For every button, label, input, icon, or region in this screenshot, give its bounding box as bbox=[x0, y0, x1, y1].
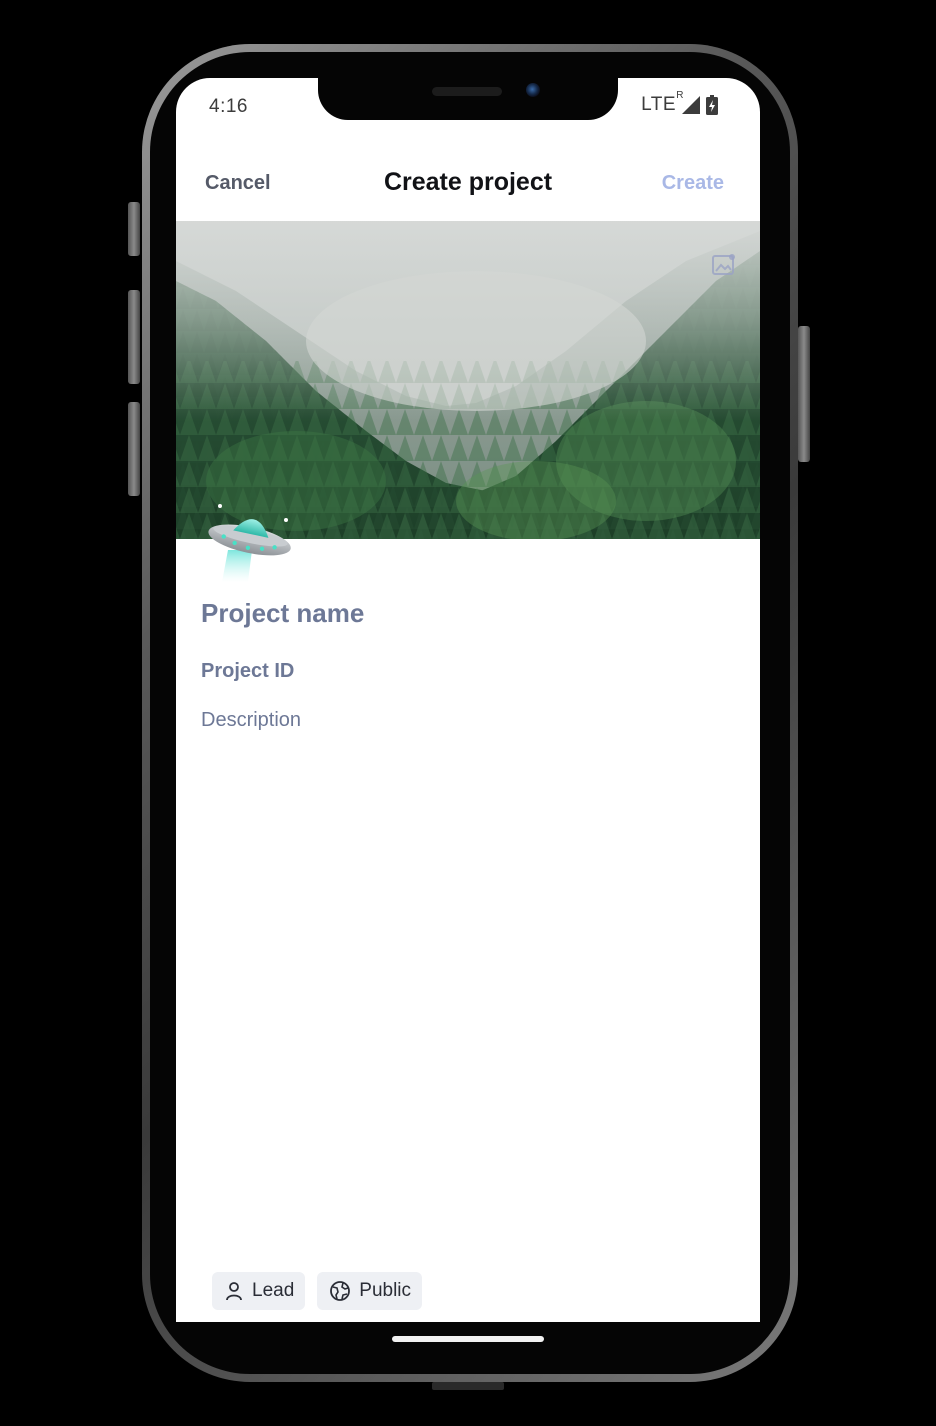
edit-cover-icon[interactable] bbox=[710, 251, 738, 279]
status-indicators: LTE R bbox=[641, 90, 718, 116]
project-name-input[interactable]: Project name bbox=[201, 598, 364, 629]
battery-charging-icon bbox=[706, 95, 718, 115]
screen: 4:16 LTE R Cancel Create project Create bbox=[176, 78, 760, 1322]
lead-chip[interactable]: Lead bbox=[212, 1272, 306, 1310]
create-button[interactable]: Create bbox=[662, 172, 724, 195]
phone-bottom-slot bbox=[432, 1382, 504, 1390]
volume-down-button bbox=[128, 402, 140, 496]
earpiece-speaker bbox=[432, 87, 502, 96]
network-type: LTE R bbox=[641, 90, 683, 116]
silent-switch bbox=[128, 202, 140, 256]
project-id-input[interactable]: Project ID bbox=[201, 660, 294, 683]
nav-header: Cancel Create project Create bbox=[176, 156, 760, 210]
lead-chip-label: Lead bbox=[252, 1280, 295, 1301]
visibility-chip[interactable]: Public bbox=[317, 1272, 423, 1310]
person-icon bbox=[226, 1282, 242, 1301]
device-frame: 4:16 LTE R Cancel Create project Create bbox=[0, 0, 936, 1426]
roaming-indicator: R bbox=[676, 90, 684, 101]
volume-up-button bbox=[128, 290, 140, 384]
front-camera bbox=[526, 83, 540, 97]
project-options: Lead Public bbox=[212, 1272, 423, 1310]
ufo-icon[interactable] bbox=[202, 498, 298, 582]
signal-icon bbox=[682, 96, 700, 114]
globe-icon bbox=[330, 1281, 351, 1301]
visibility-chip-label: Public bbox=[359, 1280, 412, 1301]
camera-notch bbox=[318, 78, 618, 120]
description-input[interactable]: Description bbox=[201, 709, 301, 732]
network-label: LTE bbox=[641, 94, 676, 115]
forest-fog-image bbox=[176, 221, 760, 539]
power-button bbox=[798, 326, 810, 462]
status-time: 4:16 bbox=[209, 96, 248, 117]
cover-image[interactable] bbox=[176, 221, 760, 539]
home-indicator[interactable] bbox=[392, 1336, 544, 1342]
